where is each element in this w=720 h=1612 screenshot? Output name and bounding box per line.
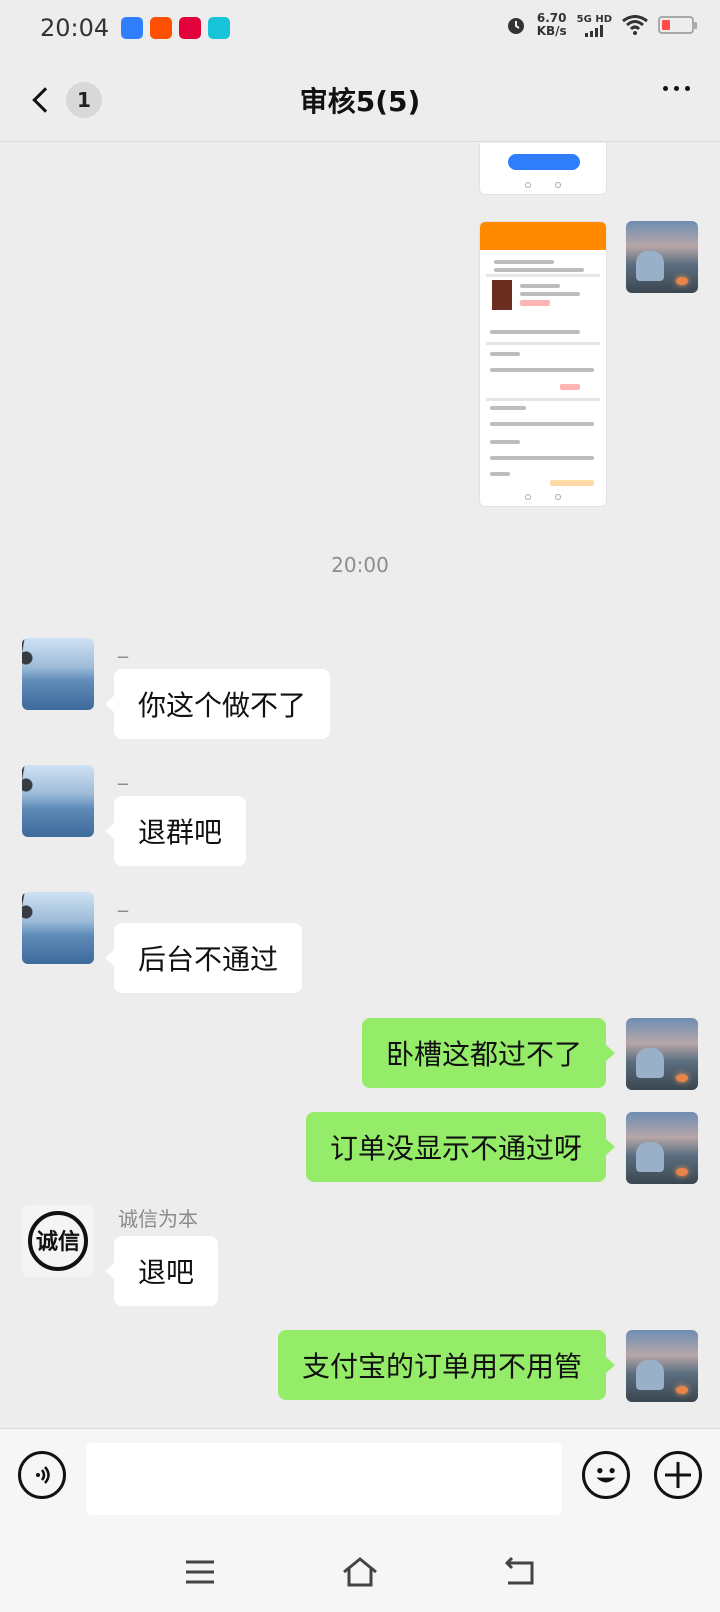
message-text: 退吧 <box>138 1256 195 1289</box>
message-text: 后台不通过 <box>138 943 279 976</box>
svg-text:诚信: 诚信 <box>36 1229 80 1255</box>
sender-name: _ <box>118 634 128 658</box>
message-text: 退群吧 <box>138 816 223 849</box>
sender-name: _ <box>118 888 128 912</box>
my-avatar[interactable] <box>626 1330 698 1402</box>
my-avatar[interactable] <box>626 221 698 293</box>
system-nav-bar <box>0 1532 720 1612</box>
status-time: 20:04 <box>40 14 110 42</box>
message-bubble[interactable]: 退群吧 <box>104 796 247 866</box>
message-bubble[interactable]: 后台不通过 <box>104 923 303 993</box>
signal-bars-icon <box>585 24 604 37</box>
message-bubble[interactable]: 订单没显示不通过呀 <box>305 1112 616 1182</box>
member-avatar[interactable] <box>22 765 94 837</box>
message-text: 支付宝的订单用不用管 <box>301 1350 582 1383</box>
time-divider: 20:00 <box>331 553 389 577</box>
home-icon <box>343 1557 377 1587</box>
member-avatar[interactable]: 诚信 <box>22 1205 94 1277</box>
more-options-button[interactable] <box>663 86 690 91</box>
net-speed-unit: KB/s <box>536 24 567 38</box>
chat-title: 审核5(5) <box>299 85 421 118</box>
tmall-app-icon <box>179 17 202 39</box>
input-bar <box>0 1428 720 1532</box>
message-bubble[interactable]: 卧槽这都过不了 <box>361 1018 616 1088</box>
message-text: 你这个做不了 <box>138 689 307 722</box>
message-bubble[interactable]: 支付宝的订单用不用管 <box>277 1330 616 1400</box>
member-avatar[interactable] <box>22 892 94 964</box>
battery-icon <box>658 16 697 34</box>
menu-icon <box>186 1560 214 1584</box>
net-speed: 6.70 KB/s <box>537 12 567 38</box>
notification-icons <box>121 17 231 39</box>
image-message[interactable] <box>479 221 607 507</box>
message-bubble[interactable]: 你这个做不了 <box>104 669 331 739</box>
cell-signal: 5G HD <box>577 14 612 37</box>
status-bar: 20:04 6.70 KB/s 5G HD <box>0 0 720 56</box>
alarm-icon <box>507 18 524 34</box>
my-avatar[interactable] <box>626 1112 698 1184</box>
browser-app-icon <box>121 17 144 39</box>
wifi-icon <box>622 15 648 35</box>
home-nav-button[interactable] <box>338 1554 382 1590</box>
status-right: 6.70 KB/s 5G HD <box>505 12 697 38</box>
message-text: 订单没显示不通过呀 <box>329 1132 582 1165</box>
back-nav-button[interactable] <box>498 1554 542 1590</box>
voice-icon <box>36 1466 50 1484</box>
network-label: 5G HD <box>576 13 612 25</box>
smile-icon <box>596 1468 616 1483</box>
shopping-app-icon <box>150 17 173 39</box>
sender-name: 诚信为本 <box>118 1207 198 1231</box>
wifi-app-icon <box>208 17 231 39</box>
add-button[interactable] <box>654 1451 702 1499</box>
message-bubble[interactable]: 退吧 <box>104 1236 219 1306</box>
voice-button[interactable] <box>18 1451 66 1499</box>
back-icon <box>504 1557 534 1585</box>
my-avatar[interactable] <box>626 1018 698 1090</box>
seal-logo-icon: 诚信 <box>28 1211 88 1271</box>
emoji-button[interactable] <box>582 1451 630 1499</box>
image-message[interactable] <box>479 143 607 195</box>
member-avatar[interactable] <box>22 638 94 710</box>
menu-nav-button[interactable] <box>178 1554 222 1590</box>
chat-header: 1 审核5(5) <box>0 56 720 142</box>
sender-name: _ <box>118 761 128 785</box>
plus-icon <box>665 1462 691 1488</box>
message-input[interactable] <box>86 1443 562 1515</box>
chat-messages[interactable]: 20:00 _ 你这个做不了 _ 退群吧 _ 后台不通过 卧槽这都过不了 订单没… <box>0 143 720 1428</box>
message-text: 卧槽这都过不了 <box>385 1038 582 1071</box>
